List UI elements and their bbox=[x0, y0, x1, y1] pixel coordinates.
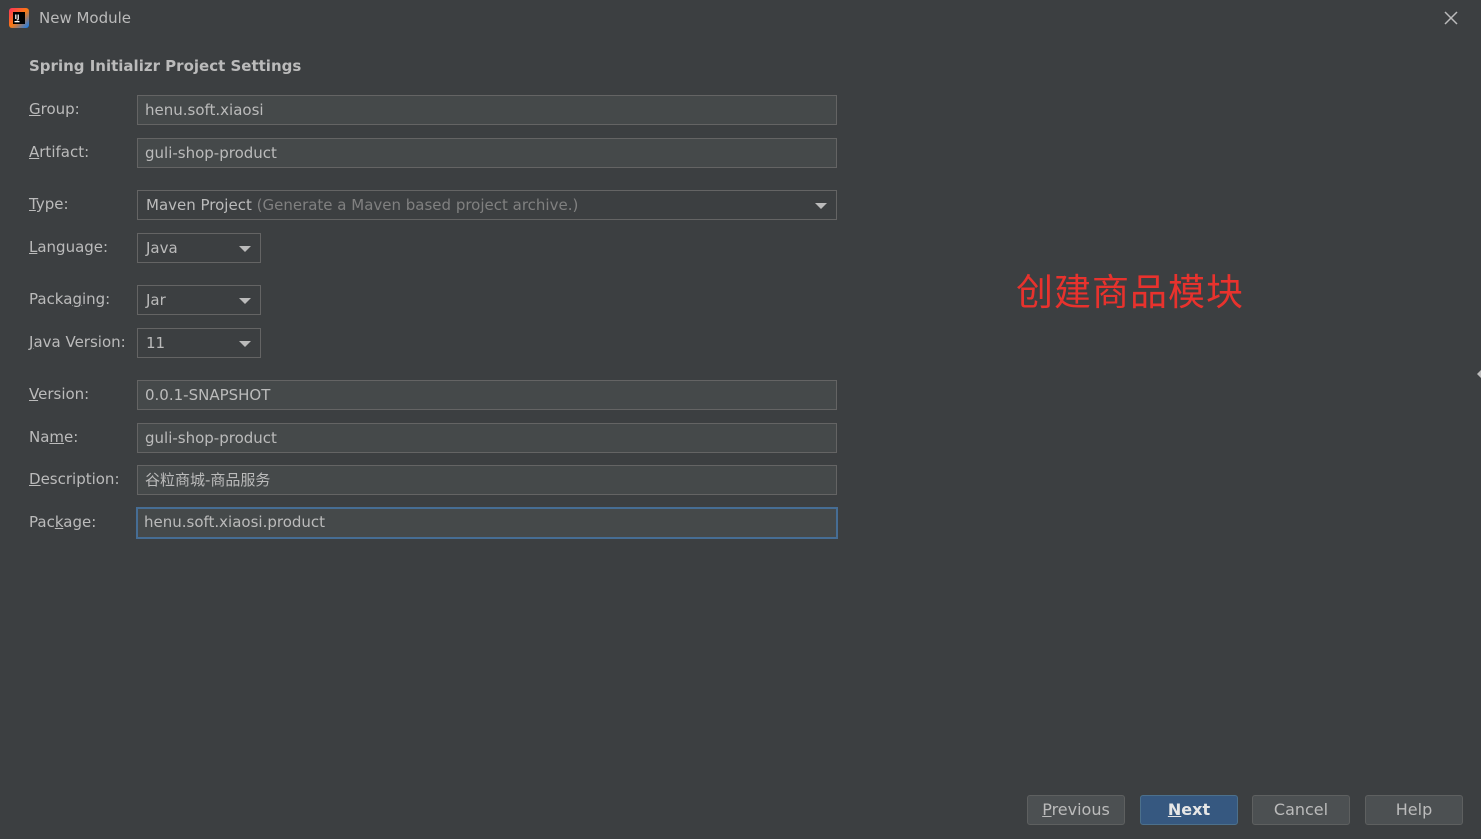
version-label: Version: bbox=[29, 385, 90, 403]
language-value: Java bbox=[146, 239, 178, 257]
packaging-dropdown[interactable]: Jar bbox=[137, 285, 261, 315]
intellij-idea-icon: IJ bbox=[9, 8, 29, 28]
section-title: Spring Initializr Project Settings bbox=[29, 57, 302, 75]
group-field[interactable]: henu.soft.xiaosi bbox=[137, 95, 837, 125]
packaging-label: Packaging: bbox=[29, 290, 111, 308]
type-value: Maven Project bbox=[146, 196, 252, 214]
new-module-dialog: IJ New Module Spring Initializr Project … bbox=[0, 0, 1481, 839]
language-label: Language: bbox=[29, 238, 109, 256]
description-field[interactable]: 谷粒商城-商品服务 bbox=[137, 465, 837, 495]
java-version-dropdown[interactable]: 11 bbox=[137, 328, 261, 358]
cancel-button[interactable]: Cancel bbox=[1252, 795, 1350, 825]
name-field[interactable]: guli-shop-product bbox=[137, 423, 837, 453]
artifact-label: Artifact: bbox=[29, 143, 90, 161]
help-button[interactable]: Help bbox=[1365, 795, 1463, 825]
type-dropdown[interactable]: Maven Project (Generate a Maven based pr… bbox=[137, 190, 837, 220]
previous-button[interactable]: Previous bbox=[1027, 795, 1125, 825]
name-label: Name: bbox=[29, 428, 79, 446]
package-field[interactable]: henu.soft.xiaosi.product bbox=[136, 507, 838, 539]
description-label: Description: bbox=[29, 470, 120, 488]
java-version-value: 11 bbox=[146, 334, 166, 352]
group-label: Group: bbox=[29, 100, 80, 118]
annotation-text: 创建商品模块 bbox=[1016, 271, 1244, 314]
chevron-down-icon bbox=[239, 341, 251, 347]
chevron-down-icon bbox=[239, 298, 251, 304]
svg-text:IJ: IJ bbox=[15, 13, 20, 21]
package-label: Package: bbox=[29, 513, 97, 531]
type-hint: (Generate a Maven based project archive.… bbox=[256, 196, 579, 214]
resize-handle-icon[interactable] bbox=[1476, 368, 1481, 380]
java-version-label: Java Version: bbox=[29, 333, 126, 351]
artifact-field[interactable]: guli-shop-product bbox=[137, 138, 837, 168]
type-label: Type: bbox=[29, 195, 69, 213]
title-bar: IJ New Module bbox=[0, 0, 1481, 36]
chevron-down-icon bbox=[815, 203, 827, 209]
chevron-down-icon bbox=[239, 246, 251, 252]
version-field[interactable]: 0.0.1-SNAPSHOT bbox=[137, 380, 837, 410]
next-button[interactable]: Next bbox=[1140, 795, 1238, 825]
packaging-value: Jar bbox=[146, 291, 166, 309]
window-title: New Module bbox=[39, 9, 132, 27]
language-dropdown[interactable]: Java bbox=[137, 233, 261, 263]
close-icon[interactable] bbox=[1441, 8, 1461, 28]
